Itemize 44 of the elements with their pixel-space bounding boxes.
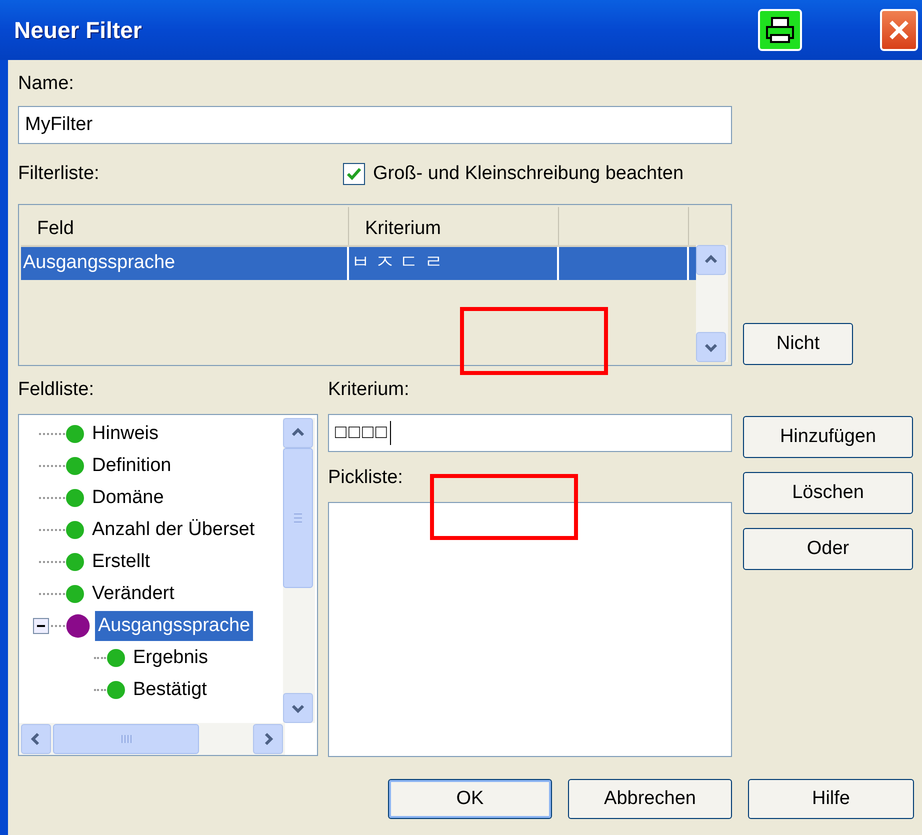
scrollbar-thumb[interactable] <box>283 448 313 588</box>
action-button[interactable]: Oder <box>743 528 913 570</box>
printer-icon <box>765 16 795 44</box>
window-title: Neuer Filter <box>14 16 142 45</box>
action-button[interactable]: Hinzufügen <box>743 416 913 458</box>
tree-item[interactable]: Ausgangssprache <box>95 611 254 641</box>
tree-item[interactable]: Verändert <box>89 579 178 609</box>
column-header[interactable]: Kriterium <box>349 207 559 245</box>
tree-item[interactable]: Hinweis <box>89 419 162 449</box>
scrollbar-thumb[interactable] <box>53 724 199 754</box>
table-cell-text: ㅂ ㅈ ㄷ ㄹ <box>351 251 443 276</box>
scroll-down-button[interactable] <box>696 332 726 362</box>
tree-item[interactable]: Anzahl der Überset <box>89 515 258 545</box>
table-cell-text: Ausgangssprache <box>23 251 176 276</box>
action-button[interactable]: Löschen <box>743 472 913 514</box>
criterion-label: Kriterium: <box>328 378 410 402</box>
scroll-up-button[interactable] <box>696 245 726 275</box>
case-checkbox[interactable] <box>343 163 365 185</box>
scroll-left-button[interactable] <box>21 724 51 754</box>
scroll-up-button[interactable] <box>283 418 313 448</box>
dialog-button[interactable]: OK <box>388 779 552 819</box>
collapse-toggle[interactable] <box>33 618 49 634</box>
close-icon <box>888 19 910 41</box>
filter-list-label: Filterliste: <box>18 162 100 186</box>
picklist-label: Pickliste: <box>328 466 404 490</box>
case-checkbox-label: Groß- und Kleinschreibung beachten <box>373 162 684 186</box>
tree-item[interactable]: Definition <box>89 451 174 481</box>
not-button[interactable]: Nicht <box>743 323 853 365</box>
criterion-field[interactable]: □□□□ <box>328 414 732 452</box>
field-list-label: Feldliste: <box>18 378 96 402</box>
tree-item[interactable]: Bestätigt <box>130 675 210 705</box>
name-label: Name: <box>18 72 75 96</box>
scroll-down-button[interactable] <box>283 693 313 723</box>
table-row[interactable]: Ausgangssprache ㅂ ㅈ ㄷ ㄹ <box>21 247 696 280</box>
tree-item[interactable]: Erstellt <box>89 547 154 577</box>
dialog-button[interactable]: Hilfe <box>748 779 914 819</box>
close-button[interactable] <box>880 9 918 51</box>
scroll-right-button[interactable] <box>253 724 283 754</box>
column-header[interactable]: Feld <box>21 207 349 245</box>
print-button[interactable] <box>758 9 802 51</box>
name-field[interactable]: MyFilter <box>18 106 732 144</box>
tree-item[interactable]: Domäne <box>89 483 167 513</box>
tree-item[interactable]: Ergebnis <box>130 643 211 673</box>
dialog-button[interactable]: Abbrechen <box>568 779 732 819</box>
